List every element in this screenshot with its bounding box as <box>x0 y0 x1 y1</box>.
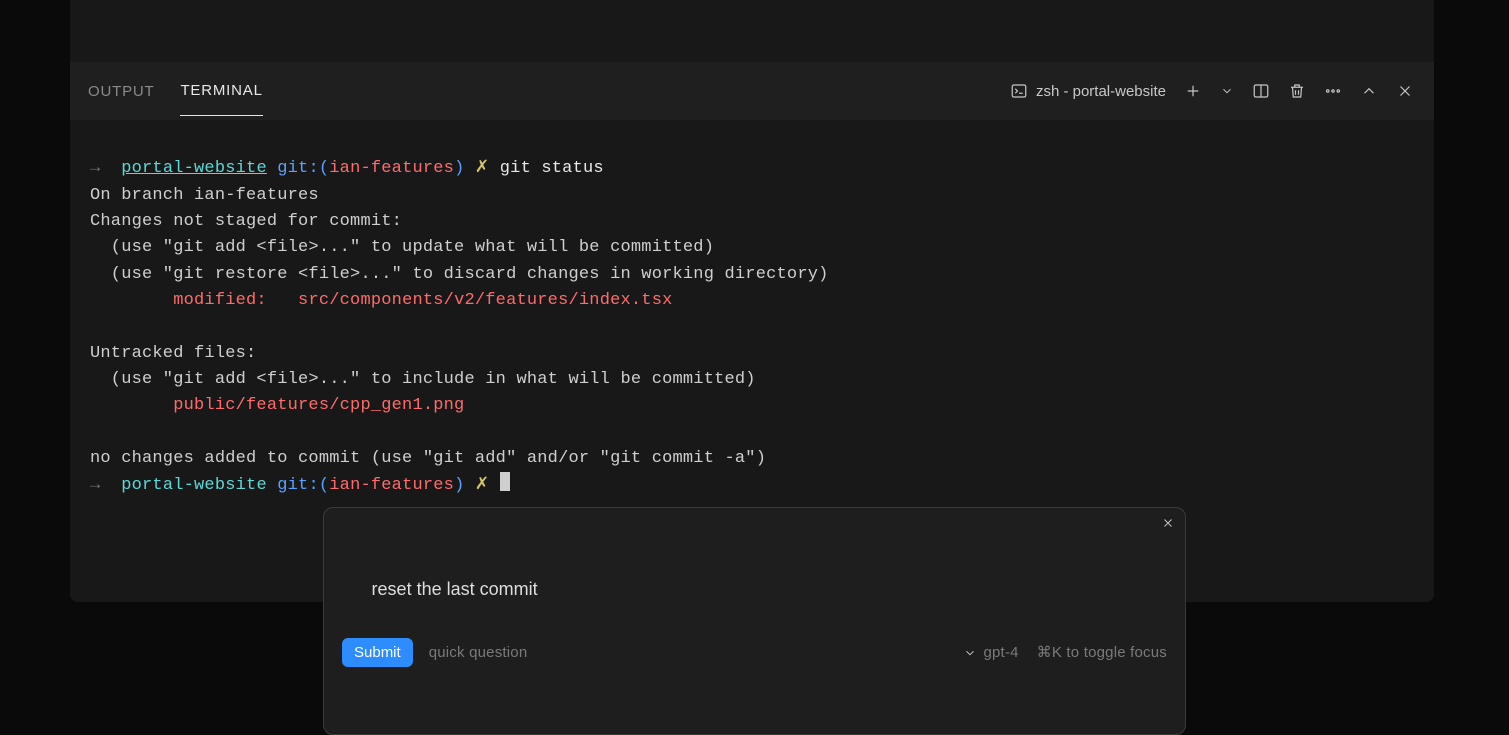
close-icon <box>1161 516 1175 530</box>
terminal-panel: OUTPUT TERMINAL zsh - portal-website <box>70 0 1434 602</box>
prompt-dirty: ✗ <box>475 159 489 178</box>
more-actions-button[interactable] <box>1324 82 1342 100</box>
output-line: (use "git add <file>..." to include in w… <box>90 370 756 389</box>
new-terminal-button[interactable] <box>1184 82 1202 100</box>
prompt-arrow: → <box>90 159 100 178</box>
kill-terminal-button[interactable] <box>1288 82 1306 100</box>
output-line: Changes not staged for commit: <box>90 212 402 231</box>
terminal-output[interactable]: → portal-website git:(ian-features) ✗ gi… <box>70 120 1434 602</box>
popup-right: gpt-4 ⌘K to toggle focus <box>963 641 1167 664</box>
output-line: (use "git add <file>..." to update what … <box>90 238 714 257</box>
popup-bottom-row: Submit quick question gpt-4 ⌘K to toggle… <box>342 638 1167 667</box>
shortcut-hint: ⌘K to toggle focus <box>1037 641 1167 664</box>
shell-indicator[interactable]: zsh - portal-website <box>1010 82 1166 100</box>
output-modified-file: src/components/v2/features/index.tsx <box>298 291 672 310</box>
prompt-git-prefix: git:( <box>277 476 329 495</box>
tab-output[interactable]: OUTPUT <box>88 67 154 116</box>
prompt-git-suffix: ) <box>454 159 464 178</box>
trash-icon <box>1288 82 1306 100</box>
chevron-up-icon <box>1360 82 1378 100</box>
popup-left: Submit quick question <box>342 638 527 667</box>
model-name: gpt-4 <box>983 641 1018 664</box>
panel-actions: zsh - portal-website <box>1010 82 1414 100</box>
output-modified-label: modified: <box>90 291 298 310</box>
prompt-dirty: ✗ <box>475 476 489 495</box>
plus-icon <box>1184 82 1202 100</box>
chevron-down-icon <box>963 646 977 660</box>
chevron-down-icon <box>1220 84 1234 98</box>
popup-close-button[interactable] <box>1161 516 1175 530</box>
prompt-project: portal-website <box>121 476 267 495</box>
split-terminal-button[interactable] <box>1252 82 1270 100</box>
tab-terminal[interactable]: TERMINAL <box>180 66 262 116</box>
prompt-branch: ian-features <box>329 159 454 178</box>
prompt-command: git status <box>500 159 604 178</box>
close-icon <box>1396 82 1414 100</box>
split-icon <box>1252 82 1270 100</box>
output-line: no changes added to commit (use "git add… <box>90 449 766 468</box>
shell-label-text: zsh - portal-website <box>1036 83 1166 100</box>
maximize-panel-button[interactable] <box>1360 82 1378 100</box>
model-selector[interactable]: gpt-4 <box>963 641 1018 664</box>
terminal-icon <box>1010 82 1028 100</box>
output-line: Untracked files: <box>90 344 256 363</box>
prompt-git-suffix: ) <box>454 476 464 495</box>
close-panel-button[interactable] <box>1396 82 1414 100</box>
panel-tabs: OUTPUT TERMINAL <box>88 66 263 116</box>
ellipsis-icon <box>1324 82 1342 100</box>
prompt-branch: ian-features <box>329 476 454 495</box>
submit-button[interactable]: Submit <box>342 638 413 667</box>
new-terminal-dropdown[interactable] <box>1220 84 1234 98</box>
ai-prompt-popup: Submit quick question gpt-4 ⌘K to toggle… <box>323 507 1186 735</box>
quick-question-hint[interactable]: quick question <box>429 641 528 664</box>
output-untracked-file: public/features/cpp_gen1.png <box>90 396 464 415</box>
terminal-cursor <box>500 472 510 491</box>
output-line: On branch ian-features <box>90 186 319 205</box>
panel-header: OUTPUT TERMINAL zsh - portal-website <box>70 62 1434 120</box>
prompt-arrow: → <box>90 476 100 495</box>
output-line: (use "git restore <file>..." to discard … <box>90 265 829 284</box>
ai-prompt-input[interactable] <box>372 579 1197 600</box>
prompt-git-prefix: git:( <box>277 159 329 178</box>
prompt-project: portal-website <box>121 159 267 178</box>
